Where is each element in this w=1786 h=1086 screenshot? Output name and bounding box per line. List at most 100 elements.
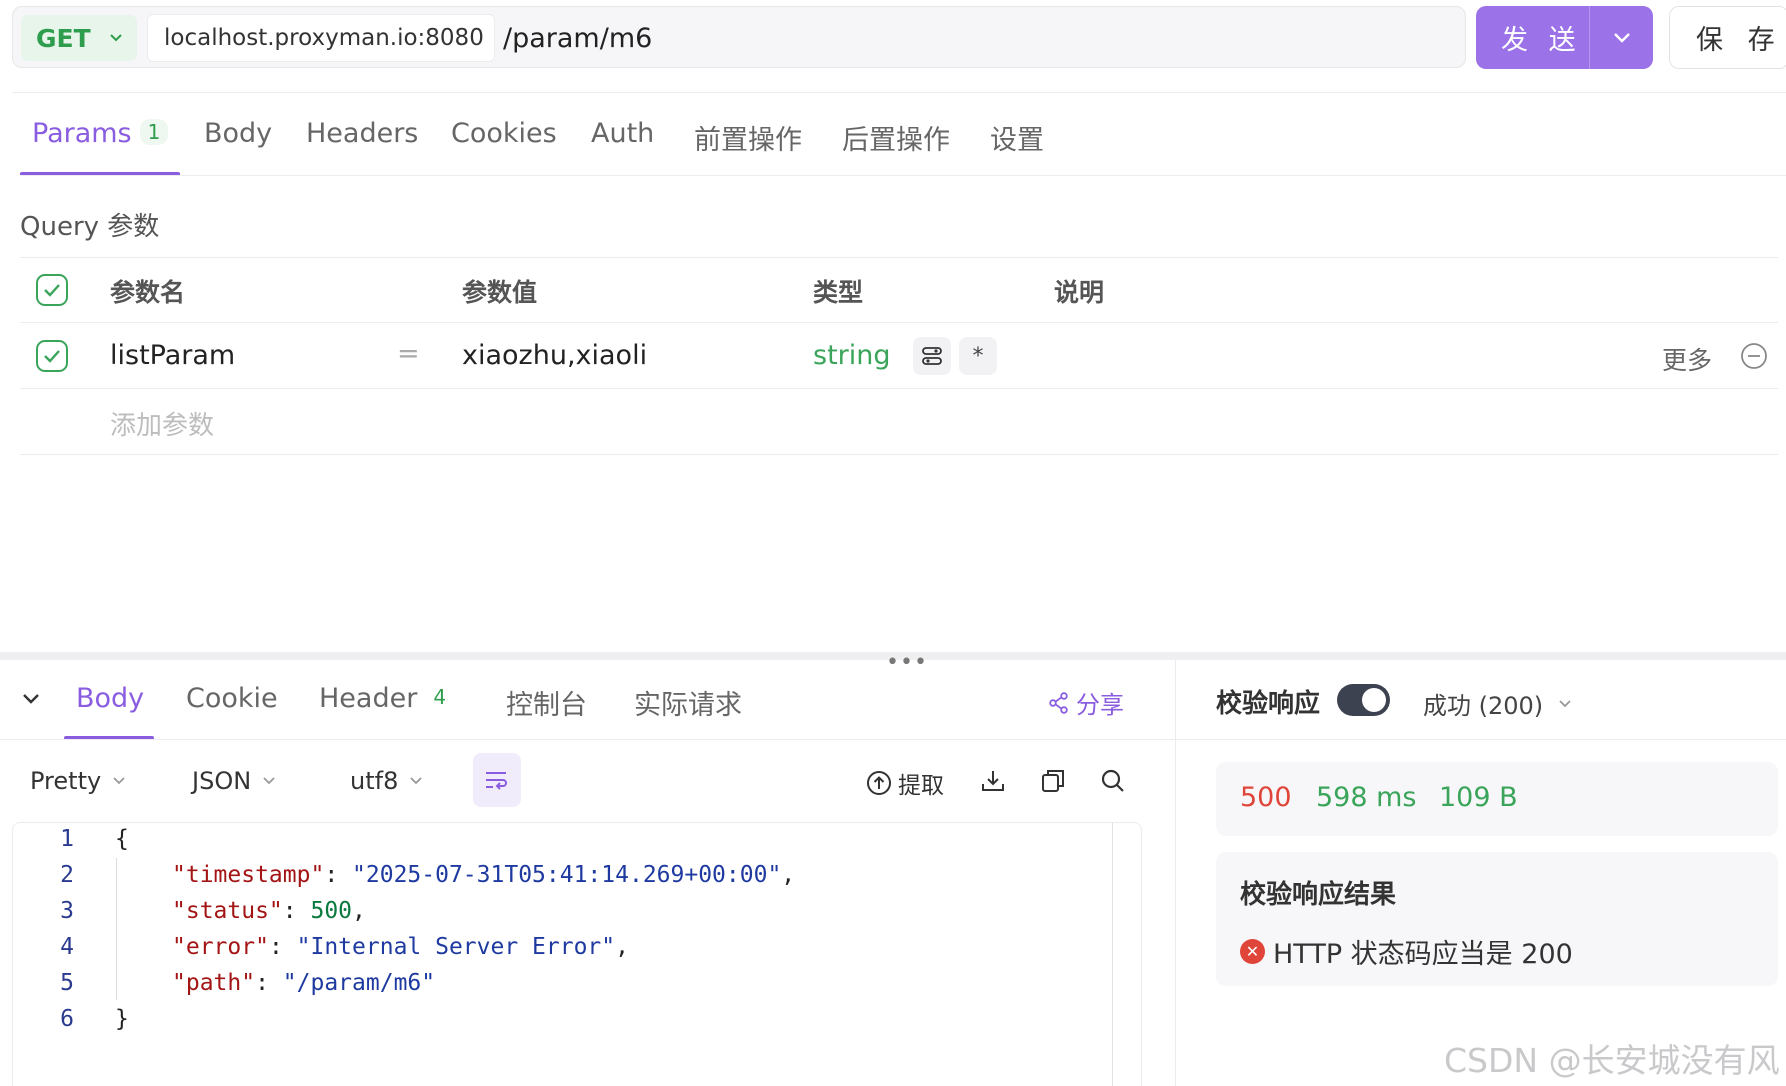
tab-params[interactable]: Params 1: [32, 118, 169, 149]
method-select[interactable]: GET: [21, 15, 137, 61]
tab-label: Params: [32, 118, 132, 149]
line-number: 2: [60, 862, 74, 888]
tab-pre-operations[interactable]: 前置操作: [694, 118, 802, 157]
watermark: CSDN @长安城没有风: [1444, 1041, 1780, 1080]
chevron-down-icon: [263, 777, 275, 785]
code-line: "timestamp": "2025-07-31T05:41:14.269+00…: [172, 862, 795, 888]
equals-sign: =: [397, 338, 420, 369]
json-key: "timestamp": [172, 862, 325, 888]
tab-cookies[interactable]: Cookies: [451, 118, 557, 149]
array-toggle-button[interactable]: [913, 337, 951, 375]
line-number: 6: [60, 1006, 74, 1032]
tab-settings[interactable]: 设置: [990, 118, 1044, 157]
path-input[interactable]: /param/m6: [503, 14, 652, 62]
tab-post-operations[interactable]: 后置操作: [842, 118, 950, 157]
list-toggle-icon: [922, 347, 942, 365]
code-line: "status": 500,: [172, 898, 366, 924]
send-button[interactable]: 发 送: [1476, 6, 1653, 69]
format-label: Pretty: [30, 767, 102, 795]
validation-toggle[interactable]: [1337, 684, 1390, 716]
add-param-placeholder[interactable]: 添加参数: [110, 405, 214, 442]
colon: :: [324, 862, 353, 888]
code-line: "error": "Internal Server Error",: [172, 934, 629, 960]
column-header-description: 说明: [1054, 278, 1105, 307]
more-button[interactable]: 更多: [1662, 341, 1712, 377]
json-value: "2025-07-31T05:41:14.269+00:00": [352, 862, 782, 888]
send-label: 发 送: [1501, 25, 1582, 56]
toggle-knob: [1362, 688, 1386, 712]
json-key: "status": [172, 898, 283, 924]
json-key: "path": [172, 970, 256, 996]
check-icon: [44, 350, 60, 363]
extract-label: 提取: [898, 773, 944, 799]
tab-body[interactable]: Body: [204, 118, 272, 149]
comma: ,: [615, 934, 629, 960]
word-wrap-button[interactable]: [473, 753, 521, 807]
upload-circle-icon: [867, 771, 891, 795]
code-line: "path": "/param/m6": [172, 970, 435, 996]
param-type-select[interactable]: string: [813, 340, 891, 371]
comma: ,: [352, 898, 366, 924]
save-button[interactable]: 保 存: [1669, 6, 1786, 69]
divider: [20, 454, 1778, 455]
expected-status-label: 成功 (200): [1423, 692, 1544, 720]
encoding-select[interactable]: utf8: [350, 767, 424, 795]
tab-headers[interactable]: Headers: [306, 118, 418, 149]
tab-actual-request[interactable]: 实际请求: [634, 683, 742, 722]
response-size: 109 B: [1439, 782, 1518, 813]
column-header-value: 参数值: [462, 278, 538, 307]
extract-button[interactable]: 提取: [866, 766, 944, 800]
line-number: 4: [60, 934, 74, 960]
chevron-down-icon: [110, 34, 122, 42]
language-label: JSON: [192, 767, 252, 795]
result-text: HTTP 状态码应当是 200: [1273, 939, 1573, 970]
param-value-input[interactable]: xiaozhu,xiaoli: [462, 340, 647, 371]
required-toggle-button[interactable]: *: [959, 337, 997, 375]
tab-console[interactable]: 控制台: [506, 683, 587, 722]
method-label: GET: [36, 23, 91, 53]
divider: [1176, 739, 1786, 740]
column-header-type: 类型: [813, 278, 864, 307]
search-icon[interactable]: [1100, 768, 1126, 794]
url-bar: GET localhost.proxyman.io:8080 /param/m6: [12, 6, 1466, 68]
language-select[interactable]: JSON: [192, 767, 277, 795]
remove-icon[interactable]: [1740, 342, 1768, 370]
drag-handle-icon[interactable]: •••: [886, 650, 928, 675]
tab-response-cookie[interactable]: Cookie: [186, 683, 278, 714]
status-code: 500: [1240, 782, 1292, 813]
download-icon[interactable]: [980, 768, 1006, 794]
select-all-checkbox[interactable]: [36, 274, 68, 306]
validation-result-card: 校验响应结果 ✕ HTTP 状态码应当是 200: [1216, 852, 1778, 986]
share-button[interactable]: 分享: [1048, 685, 1124, 720]
collapse-chevron-icon[interactable]: [20, 688, 42, 710]
tab-auth[interactable]: Auth: [591, 118, 654, 149]
chevron-down-icon: [1559, 699, 1571, 707]
divider: [0, 739, 1175, 740]
save-label: 保 存: [1696, 25, 1783, 56]
chevron-down-icon[interactable]: [1612, 28, 1632, 48]
divider: [20, 322, 1778, 323]
brace: {: [115, 826, 129, 852]
expected-status-select[interactable]: 成功 (200): [1423, 686, 1573, 721]
divider: [20, 257, 1778, 258]
editor-scrollbar[interactable]: [1112, 822, 1113, 1086]
path-text: /param/m6: [503, 22, 653, 54]
host-field[interactable]: localhost.proxyman.io:8080: [147, 14, 495, 62]
json-value: "/param/m6": [282, 970, 436, 996]
indent-guide: [116, 858, 117, 1000]
colon: :: [255, 970, 283, 996]
colon: :: [282, 898, 311, 924]
param-checkbox[interactable]: [36, 340, 68, 372]
tab-response-body[interactable]: Body: [76, 683, 144, 714]
code-line: {: [115, 826, 129, 852]
param-name-input[interactable]: listParam: [110, 340, 235, 371]
encoding-label: utf8: [350, 767, 399, 795]
copy-icon[interactable]: [1040, 768, 1066, 794]
line-number: 3: [60, 898, 74, 924]
format-select[interactable]: Pretty: [30, 767, 127, 795]
send-divider: [1589, 6, 1590, 69]
tab-label: Header: [319, 683, 418, 714]
wrap-icon: [486, 772, 507, 790]
tab-response-header[interactable]: Header 4: [319, 683, 454, 714]
chevron-down-icon: [113, 777, 125, 785]
